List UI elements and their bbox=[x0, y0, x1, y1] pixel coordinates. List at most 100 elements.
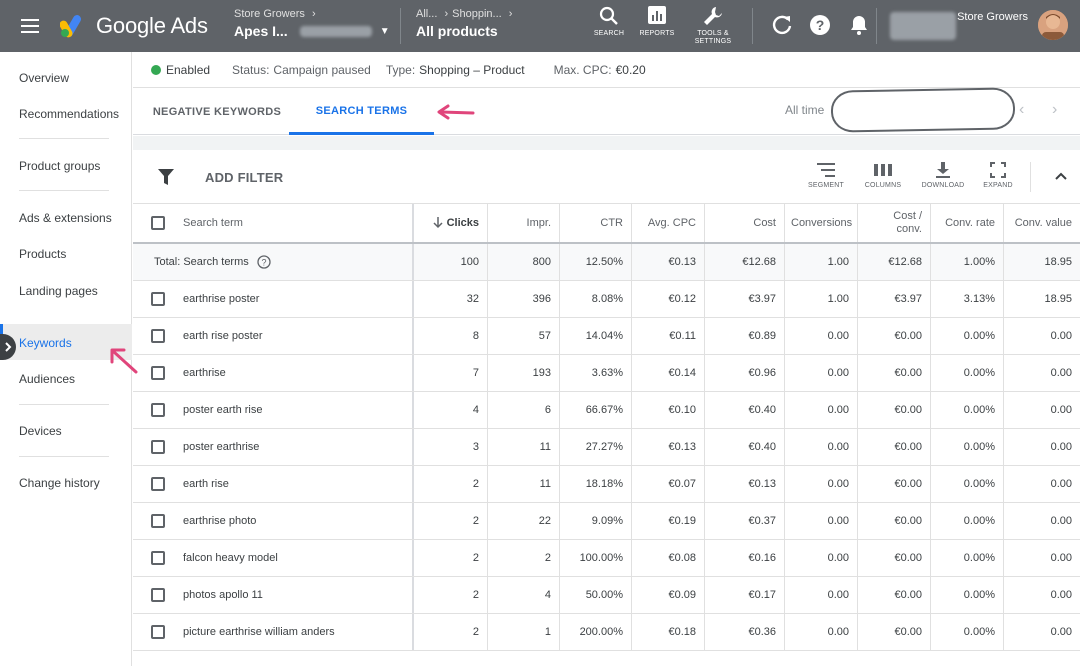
expand-button[interactable]: EXPAND bbox=[973, 162, 1023, 189]
avg-cpc-header[interactable]: Avg. CPC bbox=[631, 204, 704, 242]
conv-rate-header[interactable]: Conv. rate bbox=[930, 204, 1003, 242]
sidebar-item-recommendations[interactable]: Recommendations bbox=[19, 107, 119, 121]
column-divider[interactable] bbox=[412, 204, 414, 242]
filter-icon[interactable] bbox=[158, 169, 174, 185]
column-divider[interactable] bbox=[412, 577, 414, 613]
column-divider bbox=[704, 577, 705, 613]
table-row[interactable]: picture earthrise william anders 2 1 200.00… bbox=[133, 614, 1080, 651]
avatar[interactable] bbox=[1038, 10, 1068, 40]
search-term-text[interactable]: picture earthrise william anders bbox=[183, 626, 335, 638]
cost-header[interactable]: Cost bbox=[704, 204, 784, 242]
sidebar-item-landing-pages[interactable]: Landing pages bbox=[19, 284, 98, 298]
search-term-header[interactable]: Search term bbox=[133, 204, 413, 242]
table-row[interactable]: earthrise photo 2 22 9.09% €0.19 €0.37 0.00 €0.… bbox=[133, 503, 1080, 540]
search-term-text[interactable]: photos apollo 11 bbox=[183, 589, 263, 601]
impressions-header[interactable]: Impr. bbox=[487, 204, 559, 242]
account-selector[interactable]: Store Growers › Apes I... ▼ bbox=[234, 8, 394, 44]
tab-negative-keywords[interactable]: NEGATIVE KEYWORDS bbox=[141, 89, 293, 135]
notifications-bell-icon[interactable] bbox=[847, 13, 871, 37]
menu-icon[interactable] bbox=[0, 0, 60, 52]
column-divider[interactable] bbox=[412, 318, 414, 354]
search-term-text[interactable]: poster earth rise bbox=[183, 404, 262, 416]
column-divider bbox=[784, 466, 785, 502]
chevron-left-icon[interactable]: ‹ bbox=[1019, 101, 1024, 119]
column-divider[interactable] bbox=[412, 614, 414, 650]
search-term-text[interactable]: poster earthrise bbox=[183, 441, 259, 453]
avg-cpc-text: €0.12 bbox=[668, 293, 696, 305]
search-term-text[interactable]: earthrise bbox=[183, 367, 226, 379]
tools-settings-label: TOOLS & SETTINGS bbox=[694, 30, 732, 45]
clicks-cell: 8 bbox=[413, 318, 487, 354]
table-row[interactable]: earthrise 7 193 3.63% €0.14 €0.96 0.00 €0.00 0.0… bbox=[133, 355, 1080, 392]
column-divider bbox=[857, 540, 858, 576]
chevron-up-icon[interactable] bbox=[1055, 172, 1067, 180]
reports-tool-button[interactable]: REPORTS bbox=[632, 6, 682, 38]
campaign-state[interactable]: Enabled bbox=[166, 63, 210, 77]
add-filter-button[interactable]: ADD FILTER bbox=[205, 170, 283, 185]
search-term-text[interactable]: earthrise photo bbox=[183, 515, 256, 527]
ctr-header-text: CTR bbox=[600, 217, 623, 229]
table-row[interactable]: earth rise poster 8 57 14.04% €0.11 €0.89 0.00… bbox=[133, 318, 1080, 355]
search-term-text[interactable]: falcon heavy model bbox=[183, 552, 278, 564]
sidebar-item-keywords[interactable]: Keywords bbox=[19, 336, 72, 350]
avg-cpc-cell: €0.13 bbox=[631, 429, 704, 465]
sidebar-item-product-groups[interactable]: Product groups bbox=[19, 159, 100, 173]
campaign-selector[interactable]: All... › Shoppin... › All products bbox=[416, 8, 576, 39]
sidebar-item-ads-extensions[interactable]: Ads & extensions bbox=[19, 211, 112, 225]
column-divider[interactable] bbox=[412, 244, 414, 280]
sidebar-item-devices[interactable]: Devices bbox=[19, 424, 62, 438]
cost-per-conv-text: €0.00 bbox=[894, 552, 922, 564]
column-divider bbox=[1003, 318, 1004, 354]
search-term-text[interactable]: earthrise poster bbox=[183, 293, 259, 305]
google-ads-logo[interactable]: Google Ads bbox=[60, 0, 220, 52]
sidebar-item-overview[interactable]: Overview bbox=[19, 71, 69, 85]
impressions-text: 2 bbox=[544, 552, 551, 564]
column-divider[interactable] bbox=[412, 466, 414, 502]
clicks-cell: 2 bbox=[413, 540, 487, 576]
column-divider[interactable] bbox=[412, 429, 414, 465]
cost-per-conv-header[interactable]: Cost / conv. bbox=[857, 204, 930, 242]
chevron-right-icon[interactable]: › bbox=[1052, 101, 1057, 119]
table-row[interactable]: falcon heavy model 2 2 100.00% €0.08 €0.16 0.0… bbox=[133, 540, 1080, 577]
clicks-text: 2 bbox=[472, 626, 479, 638]
sidebar-item-products[interactable]: Products bbox=[19, 247, 66, 261]
conversions-header[interactable]: Conversions bbox=[784, 204, 857, 242]
conv-value-header[interactable]: Conv. value bbox=[1003, 204, 1080, 242]
tab-search-terms[interactable]: SEARCH TERMS bbox=[289, 89, 434, 135]
column-divider[interactable] bbox=[412, 392, 414, 428]
column-divider[interactable] bbox=[412, 540, 414, 576]
table-row[interactable]: poster earthrise 3 11 27.27% €0.13 €0.40 0.00 €… bbox=[133, 429, 1080, 466]
search-term-text[interactable]: earth rise poster bbox=[183, 330, 262, 342]
ctr-header[interactable]: CTR bbox=[559, 204, 631, 242]
table-row[interactable]: earth rise 2 11 18.18% €0.07 €0.13 0.00 €0.00 0.… bbox=[133, 466, 1080, 503]
wrench-icon bbox=[704, 7, 722, 25]
clicks-header[interactable]: Clicks bbox=[413, 204, 487, 242]
sidebar-item-change-history[interactable]: Change history bbox=[19, 476, 100, 490]
svg-text:?: ? bbox=[261, 258, 266, 268]
search-term-header-text[interactable]: Search term bbox=[183, 217, 243, 229]
sidebar-item-audiences[interactable]: Audiences bbox=[19, 372, 75, 386]
tools-settings-button[interactable]: TOOLS & SETTINGS bbox=[688, 6, 738, 46]
sort-descending-icon[interactable] bbox=[433, 217, 443, 229]
search-tool-button[interactable]: SEARCH bbox=[584, 6, 634, 38]
column-divider[interactable] bbox=[412, 355, 414, 391]
refresh-icon[interactable] bbox=[770, 13, 794, 37]
impressions-text: 396 bbox=[532, 293, 551, 305]
column-divider[interactable] bbox=[412, 281, 414, 317]
avg-cpc-text: €0.14 bbox=[668, 367, 696, 379]
table-row[interactable]: earthrise poster 32 396 8.08% €0.12 €3.97 1.00… bbox=[133, 281, 1080, 318]
date-range-picker[interactable] bbox=[830, 87, 1016, 133]
user-name: Store Growers bbox=[957, 11, 1028, 23]
download-icon bbox=[936, 162, 950, 178]
help-icon[interactable]: ? bbox=[808, 13, 832, 37]
help-circle-icon[interactable]: ? bbox=[257, 255, 271, 269]
search-term-text[interactable]: earth rise bbox=[183, 478, 229, 490]
columns-button[interactable]: COLUMNS bbox=[858, 162, 908, 189]
column-divider[interactable] bbox=[412, 503, 414, 539]
avg-cpc-text: €0.13 bbox=[668, 441, 696, 453]
segment-button[interactable]: SEGMENT bbox=[801, 162, 851, 189]
table-row[interactable]: photos apollo 11 2 4 50.00% €0.09 €0.17 0.00 €0… bbox=[133, 577, 1080, 614]
table-row[interactable]: poster earth rise 4 6 66.67% €0.10 €0.40 0.00 €… bbox=[133, 392, 1080, 429]
user-account-info[interactable]: Store Growers bbox=[886, 10, 1030, 42]
download-button[interactable]: DOWNLOAD bbox=[918, 162, 968, 189]
